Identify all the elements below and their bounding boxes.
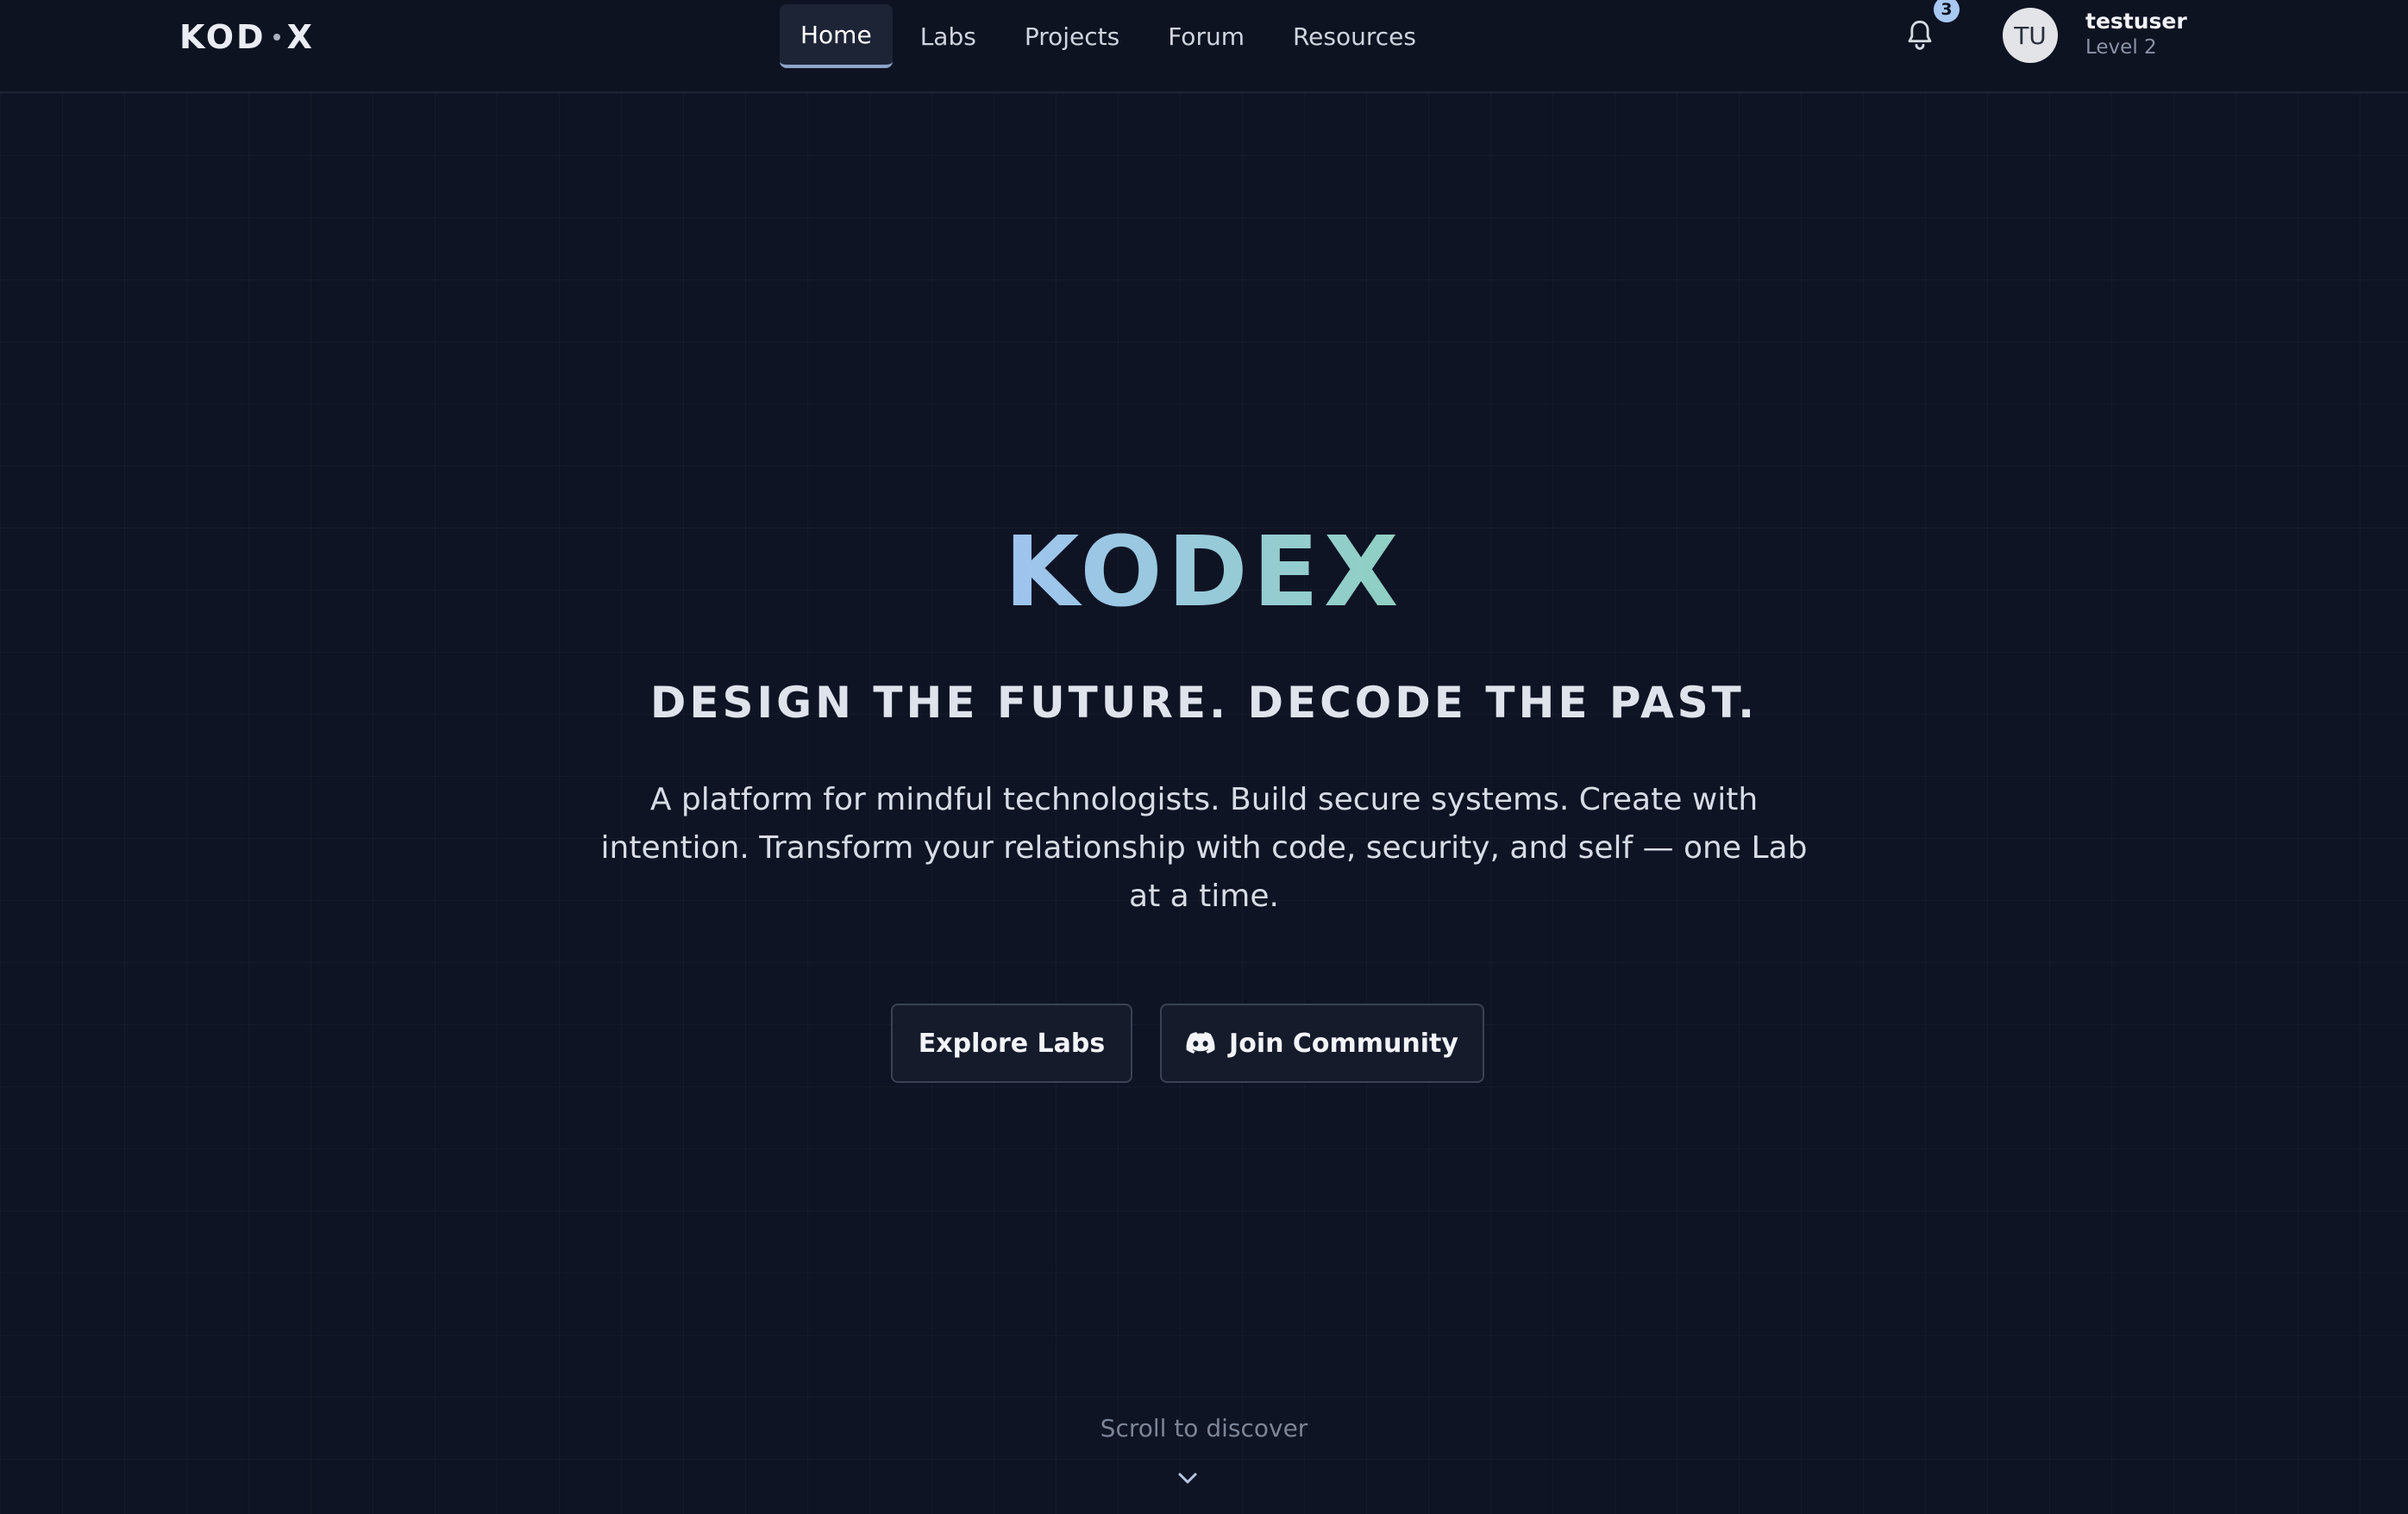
chevron-down-icon[interactable]: [1175, 1466, 1201, 1492]
brand-logo-left: KOD: [179, 18, 267, 56]
explore-labs-label: Explore Labs: [918, 1028, 1106, 1059]
avatar[interactable]: TU: [2003, 8, 2058, 63]
tab-home[interactable]: Home: [780, 4, 893, 68]
scroll-hint: Scroll to discover: [1100, 1414, 1308, 1442]
join-community-label: Join Community: [1229, 1028, 1458, 1059]
brand-logo-right: X: [286, 18, 315, 56]
page: KOD X Home Labs Projects Forum Resources…: [0, 0, 2408, 1514]
hero-logo: KODEX: [0, 526, 2408, 621]
tab-forum[interactable]: Forum: [1147, 4, 1265, 68]
brand-logo[interactable]: KOD X: [179, 16, 315, 59]
nav-tabs: Home Labs Projects Forum Resources: [780, 3, 1444, 69]
hero-logo-text: KODEX: [1005, 526, 1404, 621]
hero-description: A platform for mindful technologists. Bu…: [600, 782, 1808, 914]
user-level: Level 2: [2085, 36, 2157, 59]
discord-icon: [1186, 1032, 1215, 1054]
notification-count-badge: 3: [1934, 0, 1960, 22]
explore-labs-button[interactable]: Explore Labs: [891, 1004, 1132, 1083]
tab-resources[interactable]: Resources: [1272, 4, 1437, 68]
tab-projects[interactable]: Projects: [1004, 4, 1140, 68]
notifications-button[interactable]: [1903, 17, 1937, 55]
top-navbar: KOD X Home Labs Projects Forum Resources…: [0, 0, 2408, 93]
join-community-button[interactable]: Join Community: [1160, 1004, 1484, 1083]
hero-tagline: DESIGN THE FUTURE. DECODE THE PAST.: [649, 678, 1759, 728]
brand-logo-dot: [273, 34, 280, 41]
bell-icon: [1908, 20, 1932, 50]
user-name[interactable]: testuser: [2085, 9, 2187, 34]
tab-labs[interactable]: Labs: [900, 4, 997, 68]
hero-logo-wordmark: KODEX: [1005, 526, 1404, 621]
